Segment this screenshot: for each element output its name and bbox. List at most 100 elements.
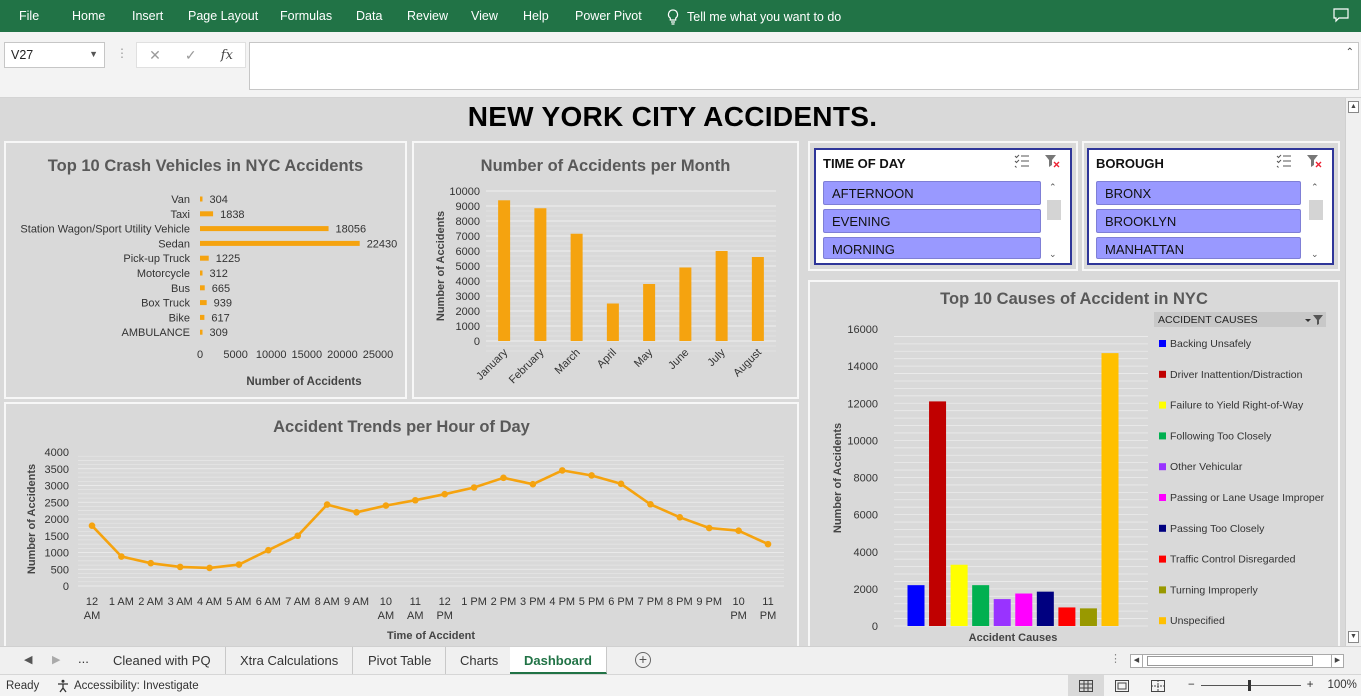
check-icon[interactable]: ✓ [185,47,197,64]
legend-entry: Unspecified [1170,615,1225,627]
chevron-down-icon[interactable]: ⌄ [1311,249,1319,260]
legend-entry: Passing Too Closely [1170,523,1265,535]
scroll-thumb[interactable] [1047,200,1061,220]
data-point [705,524,713,532]
bar [1036,591,1054,626]
bar [715,251,728,341]
scroll-thumb[interactable] [1309,200,1323,220]
multi-select-icon[interactable] [1014,154,1030,168]
bar [907,585,925,626]
hourly-trend-chart[interactable]: 0 500 1000 1500 2000 2500 3000 3500 4000 12 AM 1 AM… [6,404,797,646]
tab-home[interactable]: Home [72,9,105,23]
sheet-tab-cleaned[interactable]: Cleaned with PQ [99,647,226,674]
sheet-tab-pivot[interactable]: Pivot Table [354,647,447,674]
chevron-up-icon[interactable]: ⌃ [1346,47,1354,58]
data-label: 309 [210,327,228,339]
bar [1079,608,1097,626]
x-tick-label: 2 PM [491,596,517,608]
slicer-item[interactable]: BRONX [1096,181,1301,205]
more-dots-icon: ⋮ [1110,653,1121,665]
bar [200,226,329,232]
insert-function-icon[interactable]: fx [221,48,233,63]
accessibility-text: Accessibility: Investigate [74,680,199,692]
horizontal-scrollbar[interactable]: ◀ ▶ [1130,654,1344,668]
slicer-frame: TIME OF DAY AFTERNOON EVENING MORNING ⌃ … [808,141,1078,271]
chevron-up-icon[interactable]: ⌃ [1311,182,1319,193]
formula-input[interactable]: ⌃ [249,42,1359,90]
sheet-tab-charts[interactable]: Charts [446,647,514,674]
slicer-item[interactable]: EVENING [823,209,1041,233]
page-break-view-icon[interactable] [1140,675,1176,696]
category-label: Taxi [170,209,190,221]
scroll-thumb[interactable] [1147,656,1313,666]
worksheet-grid: NEW YORK CITY ACCIDENTS. Top 10 Crash Ve… [0,98,1345,646]
normal-view-icon[interactable] [1068,675,1104,696]
multi-select-icon[interactable] [1276,154,1292,168]
page-layout-view-icon[interactable] [1104,675,1140,696]
slicer-item[interactable]: MANHATTAN [1096,237,1301,259]
x-axis-title: Time of Accident [387,630,475,642]
x-tick-label: 5 PM [579,596,605,608]
slicer-item[interactable]: BROOKLYN [1096,209,1301,233]
slicer-item[interactable]: MORNING [823,237,1041,259]
tab-review[interactable]: Review [407,9,448,23]
chevron-down-icon[interactable]: ⌄ [1049,249,1057,260]
tab-help[interactable]: Help [523,9,549,23]
tab-insert[interactable]: Insert [132,9,163,23]
tab-formulas[interactable]: Formulas [280,9,332,23]
bar [200,196,203,202]
sheet-tab-xtra[interactable]: Xtra Calculations [226,647,354,674]
name-box[interactable]: V27 ▼ [4,42,105,68]
tab-data[interactable]: Data [356,9,382,23]
y-tick-label: 0 [474,336,480,348]
more-sheets-icon[interactable]: ... [78,651,89,666]
tab-file[interactable]: File [19,9,39,23]
scroll-left-icon[interactable]: ◀ [1131,655,1143,667]
tab-power-pivot[interactable]: Power Pivot [575,9,642,23]
bar [200,240,360,246]
add-sheet-icon[interactable]: + [635,652,651,668]
comments-icon[interactable] [1333,8,1349,23]
y-tick-label: 10000 [847,435,878,447]
sheet-tab-dashboard[interactable]: Dashboard [510,647,607,674]
clear-filter-icon[interactable] [1044,154,1060,168]
clear-filter-icon[interactable] [1306,154,1322,168]
scroll-down-icon[interactable]: ▼ [1348,631,1359,643]
category-label: Pick-up Truck [123,253,190,265]
tell-me-search[interactable]: Tell me what you want to do [667,9,841,25]
bar [679,267,692,341]
legend-entry: Backing Unsafely [1170,338,1252,350]
cancel-icon[interactable]: ✕ [149,47,161,64]
vertical-scrollbar[interactable]: ▲ ▼ [1345,98,1361,646]
data-point [617,480,625,488]
accessibility-status[interactable]: Accessibility: Investigate [56,679,199,693]
chevron-down-icon[interactable]: ▼ [89,49,98,59]
slicer-scrollbar[interactable]: ⌃ ⌄ [1308,182,1324,260]
data-point [412,496,419,504]
data-point [323,501,331,508]
prev-sheet-icon[interactable]: ◀ [24,653,32,666]
scroll-up-icon[interactable]: ▲ [1348,101,1359,113]
zoom-slider-knob[interactable] [1247,679,1251,691]
zoom-slider[interactable] [1200,679,1301,691]
zoom-in-icon[interactable]: + [1307,679,1314,691]
chevron-up-icon[interactable]: ⌃ [1049,182,1057,193]
slicer-scrollbar[interactable]: ⌃ ⌄ [1046,182,1062,260]
accident-causes-chart[interactable]: 0 2000 4000 6000 8000 10000 12000 14000 16000 Acc… [810,282,1338,646]
y-tick-label: 8000 [456,216,480,228]
tab-page-layout[interactable]: Page Layout [188,9,258,23]
excel-window: File Home Insert Page Layout Formulas Da… [0,0,1361,696]
bar [200,211,214,217]
scroll-right-icon[interactable]: ▶ [1331,655,1343,667]
zoom-level[interactable]: 100% [1327,679,1356,691]
next-sheet-icon[interactable]: ▶ [52,653,60,666]
accidents-month-chart[interactable]: 0 1000 2000 3000 4000 5000 6000 7000 8000 9000 100… [414,143,797,397]
tab-view[interactable]: View [471,9,498,23]
x-tick-label: 5 AM [226,596,251,608]
slicer-time-of-day: TIME OF DAY AFTERNOON EVENING MORNING ⌃ … [814,148,1072,265]
zoom-out-icon[interactable]: − [1188,679,1195,691]
y-tick-label: 8000 [854,473,878,485]
slicer-item[interactable]: AFTERNOON [823,181,1041,205]
crash-vehicles-chart[interactable]: Van 304 Taxi 1838 Station Wagon/Sport Utilit… [6,143,405,397]
data-point [294,532,302,540]
